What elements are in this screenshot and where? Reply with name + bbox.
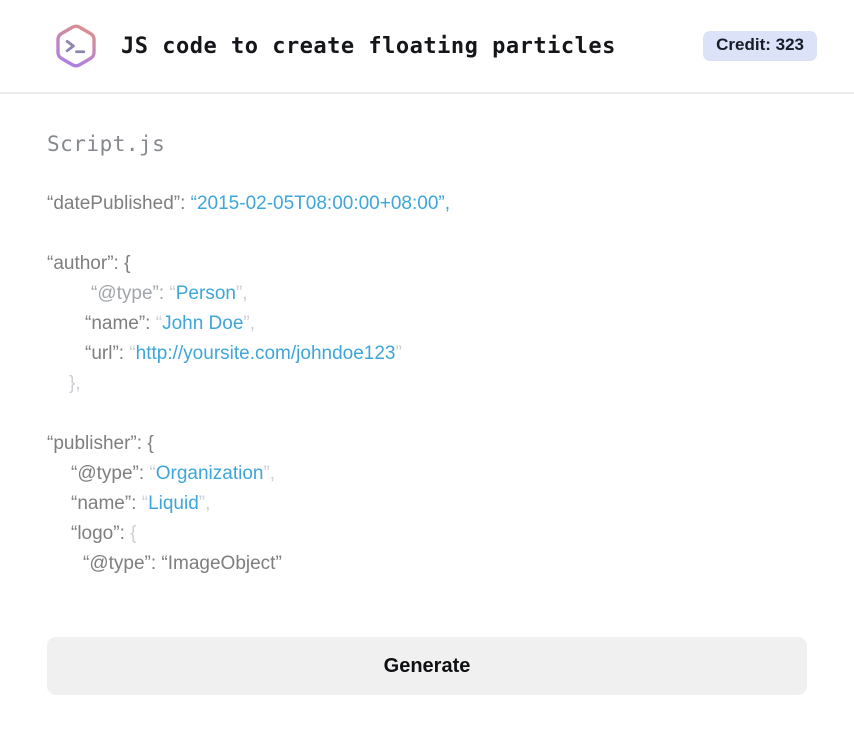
code-token: “logo”: [71, 523, 131, 544]
generate-button[interactable]: Generate [47, 637, 807, 695]
code-block: “datePublished”: “2015-02-05T08:00:00+08… [47, 189, 807, 579]
page-title: JS code to create floating particles [121, 33, 616, 59]
code-line: }, [47, 369, 807, 399]
code-token: ”, [243, 313, 256, 334]
code-token: }, [69, 373, 81, 394]
code-token: John Doe [162, 313, 244, 334]
code-line: “@type”: “Organization”, [47, 459, 807, 489]
code-line: “@type”: “ImageObject” [47, 549, 807, 579]
code-line: “url”: “http://yoursite.com/johndoe123” [47, 339, 807, 369]
code-token: “@type”: [91, 283, 170, 304]
code-line: “author”: { [47, 249, 807, 279]
code-token: Person [175, 283, 236, 304]
code-token: “name”: [71, 493, 142, 514]
code-token: “@type”: [71, 463, 150, 484]
code-line: “name”: “Liquid”, [47, 489, 807, 519]
file-title: Script.js [47, 132, 166, 156]
code-token: ”, [198, 493, 211, 514]
terminal-prompt-hexagon-icon [51, 19, 101, 73]
credit-badge: Credit: 323 [703, 31, 817, 61]
app-window: JS code to create floating particles Cre… [0, 0, 854, 695]
code-token: ”, [263, 463, 276, 484]
code-token: ”, [235, 283, 248, 304]
code-line: “datePublished”: “2015-02-05T08:00:00+08… [47, 189, 807, 219]
code-line: “@type”: “Person”, [47, 279, 807, 309]
code-line: “publisher”: { [47, 429, 807, 459]
code-token: “@type”: “ImageObject” [83, 553, 282, 574]
code-token: “author”: { [47, 253, 131, 274]
code-token: Organization [155, 463, 264, 484]
header: JS code to create floating particles Cre… [0, 0, 854, 94]
code-token: “name”: [85, 313, 156, 334]
code-token: “2015-02-05T08:00:00+08:00”, [190, 193, 450, 214]
code-token: ” [395, 343, 402, 364]
code-token: Liquid [148, 493, 199, 514]
code-line: “logo”: { [47, 519, 807, 549]
code-token: “publisher”: { [47, 433, 154, 454]
code-token: “url”: [85, 343, 130, 364]
code-token: { [130, 523, 137, 544]
code-line: “name”: “John Doe”, [47, 309, 807, 339]
code-token: http://yoursite.com/johndoe123 [135, 343, 396, 364]
main-content: Script.js “datePublished”: “2015-02-05T0… [0, 132, 854, 695]
code-token: “datePublished”: [47, 193, 191, 214]
